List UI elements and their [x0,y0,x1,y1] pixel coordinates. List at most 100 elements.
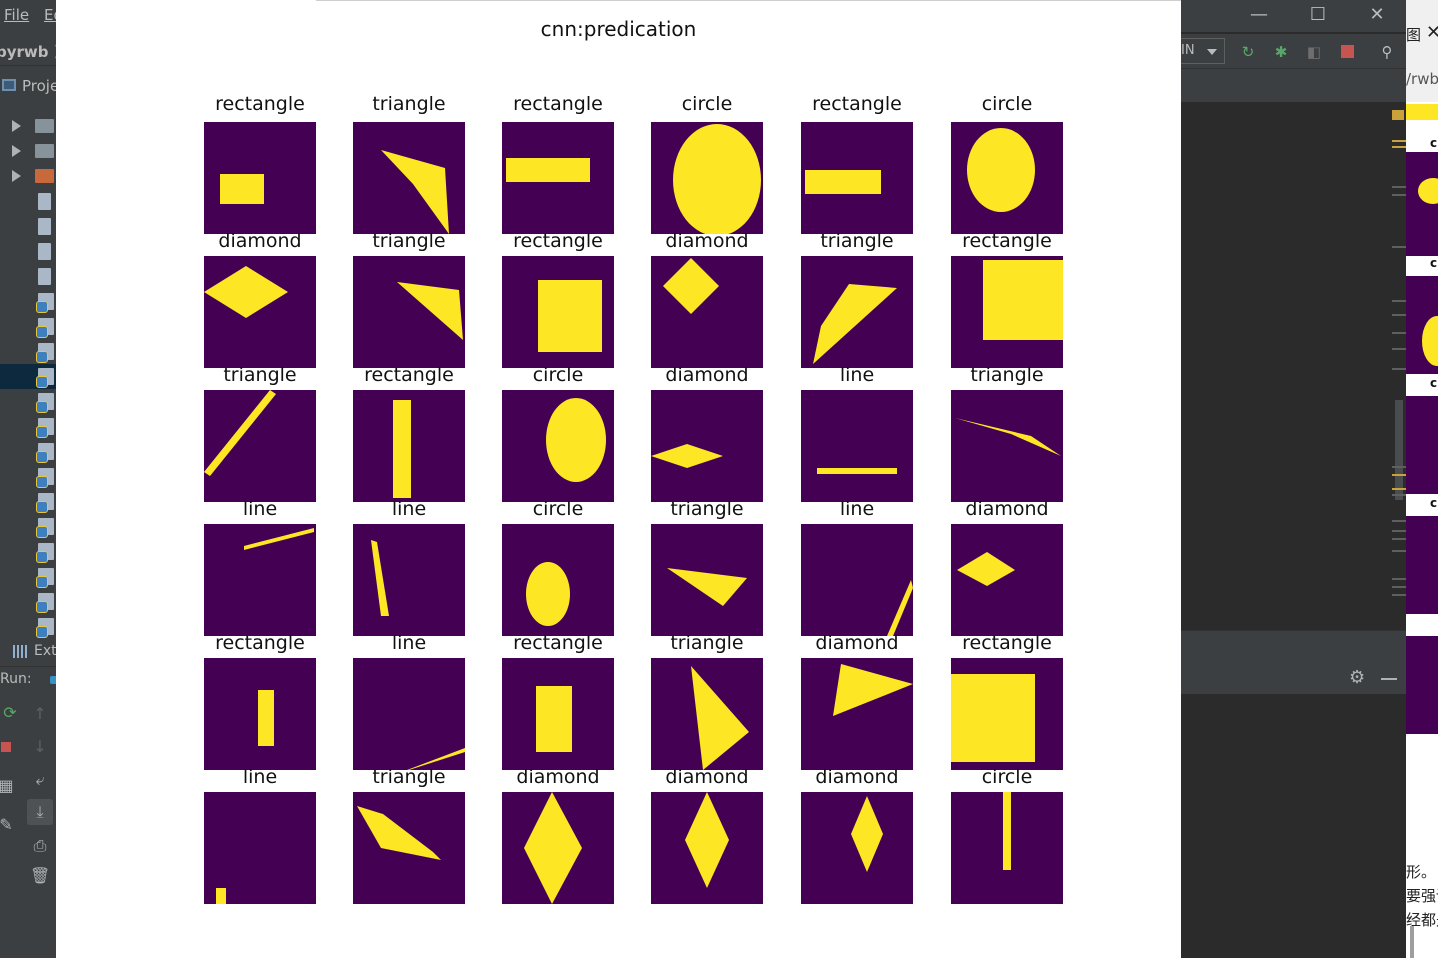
tree-folder-row[interactable] [0,113,56,138]
panel-label: rectangle [812,93,902,115]
panel-image [353,524,465,636]
coverage-icon[interactable]: ◧ [1305,43,1323,61]
trash-icon[interactable]: 🗑 [30,866,50,886]
tree-file-row[interactable] [0,264,56,289]
tree-file-row-selected[interactable] [0,364,56,389]
layout-icon[interactable]: ▦ [0,776,16,796]
change-marker[interactable] [1392,550,1406,552]
maximize-icon[interactable]: ☐ [1306,4,1330,25]
change-marker[interactable] [1392,520,1406,522]
gear-icon[interactable]: ⚙ [1349,667,1365,688]
soft-wrap-icon[interactable]: ⤶ [30,770,50,790]
warning-marker[interactable] [1392,474,1406,476]
change-marker[interactable] [1392,246,1406,248]
warning-marker[interactable] [1392,110,1404,120]
rerun-icon[interactable]: ↻ [1239,43,1257,61]
scrollbar-thumb[interactable] [1395,400,1403,500]
prediction-panel [651,390,763,502]
scrollbar-thumb[interactable] [1410,926,1414,958]
search-icon[interactable]: ⚲ [1378,43,1396,61]
panel-image [204,524,316,636]
external-libraries-row[interactable]: Ext [0,640,56,664]
tree-file-row[interactable] [0,464,56,489]
python-file-icon [36,543,54,563]
close-icon[interactable]: ✕ [1426,22,1438,43]
shape-circle [967,128,1035,212]
tree-file-row[interactable] [0,289,56,314]
expand-arrow-icon[interactable] [12,120,21,132]
tree-folder-row[interactable] [0,138,56,163]
prediction-panel [801,792,913,904]
tree-file-row[interactable] [0,239,56,264]
project-breadcrumb[interactable]: pyrwb [0,43,49,61]
python-file-icon [36,518,54,538]
warning-marker[interactable] [1392,488,1406,490]
url-fragment[interactable]: /rwb [1406,70,1438,88]
change-marker[interactable] [1392,466,1406,468]
scroll-to-end-icon[interactable]: ⤓ [27,799,53,825]
change-marker[interactable] [1392,314,1406,316]
panel-image [801,256,913,368]
run-output-panel[interactable] [1181,694,1406,958]
warning-marker[interactable] [1392,146,1406,148]
libraries-icon [13,645,29,658]
ide-left-panel: File Ed pyrwb 〉 Proje Ext Run: ⟳ ↑ ↓ ⤶ ▦… [0,0,56,958]
change-marker[interactable] [1392,586,1406,588]
close-icon[interactable]: ✕ [1365,4,1389,25]
prediction-panel [353,390,465,502]
tree-file-row[interactable] [0,514,56,539]
prediction-panel [951,256,1063,368]
tree-folder-row[interactable] [0,163,56,188]
change-marker[interactable] [1392,194,1406,196]
stop-icon[interactable] [0,737,16,757]
tree-file-row[interactable] [0,314,56,339]
expand-arrow-icon[interactable] [12,170,21,182]
panel-label: line [839,498,875,520]
tree-file-row[interactable] [0,439,56,464]
menu-edit[interactable]: Ed [44,6,56,24]
down-arrow-icon[interactable]: ↓ [30,737,50,757]
tree-file-row[interactable] [0,214,56,239]
menu-file[interactable]: File [4,6,29,24]
change-marker[interactable] [1392,578,1406,580]
tree-file-row[interactable] [0,339,56,364]
change-marker[interactable] [1392,530,1406,532]
change-marker[interactable] [1392,538,1406,540]
panel-label: line [839,364,875,386]
panel-label: triangle [372,766,446,788]
change-marker[interactable] [1392,186,1406,188]
tree-file-row[interactable] [0,539,56,564]
print-icon[interactable]: ⎙ [30,836,50,856]
expand-arrow-icon[interactable] [12,145,21,157]
change-marker[interactable] [1392,300,1406,302]
tree-file-row[interactable] [0,489,56,514]
rerun-icon[interactable]: ⟳ [0,703,20,723]
code-editor[interactable] [1181,102,1406,630]
change-marker[interactable] [1392,348,1406,350]
tree-file-row[interactable] [0,389,56,414]
up-arrow-icon[interactable]: ↑ [30,704,50,724]
change-marker[interactable] [1392,494,1406,496]
change-marker[interactable] [1392,332,1406,334]
python-file-icon [36,343,54,363]
tree-file-row[interactable] [0,189,56,214]
change-marker[interactable] [1392,594,1406,596]
project-tool-tab[interactable]: Proje [0,72,56,100]
tree-file-row[interactable] [0,614,56,639]
panel-background [651,390,763,502]
warning-marker[interactable] [1392,140,1406,142]
tree-file-row[interactable] [0,564,56,589]
panel-image [951,792,1063,904]
change-marker[interactable] [1392,368,1406,370]
debug-icon[interactable]: ✱ [1272,43,1290,61]
breadcrumb[interactable]: pyrwb 〉 [0,36,56,66]
panel-label: circle [981,93,1033,115]
minimize-icon[interactable]: — [1247,4,1271,25]
tree-file-row[interactable] [0,414,56,439]
pin-icon[interactable]: ✎ [0,815,16,835]
shape-circle [526,562,570,626]
hide-icon[interactable] [1381,678,1397,680]
run-config-select[interactable]: IN [1181,38,1225,64]
stop-icon[interactable] [1338,43,1356,61]
tree-file-row[interactable] [0,589,56,614]
